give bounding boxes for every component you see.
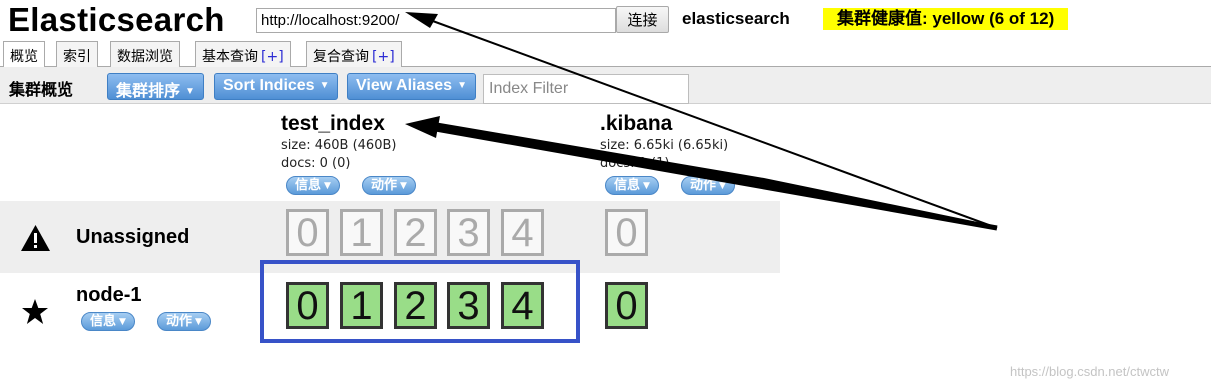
unassigned-shard[interactable]: 1 [340,209,383,256]
watermark: https://blog.csdn.net/ctwctw [1010,364,1169,379]
toolbar-title: 集群概览 [9,80,74,99]
index-info-button[interactable]: 信息 ▼ [605,176,659,195]
caret-down-icon: ▼ [719,181,726,191]
caret-down-icon: ▼ [195,317,202,327]
tab-browser[interactable]: 数据浏览 [110,41,180,67]
dropdown-label: Sort Indices [223,77,315,94]
unassigned-shard[interactable]: 2 [394,209,437,256]
highlight-box [260,260,580,343]
tab-bar: 概览 索引 数据浏览 基本查询 [+] 复合查询 [+] [0,41,1211,68]
tab-label: 概览 [10,49,38,65]
caret-down-icon: ▼ [643,181,650,191]
unassigned-label: Unassigned [76,226,190,248]
node-action-button[interactable]: 动作 ▼ [157,312,211,331]
app-title: Elasticsearch [8,1,225,38]
arrow-head-index [405,116,440,138]
index-name-kibana: .kibana [600,112,673,135]
caret-down-icon: ▼ [319,80,330,91]
caret-down-icon: ▼ [185,86,195,97]
pill-label: 信息 [90,314,117,329]
pill-label: 信息 [295,178,322,193]
assigned-shard[interactable]: 0 [605,282,648,329]
index-size: size: 460B (460B) [281,138,397,153]
unassigned-shard[interactable]: 0 [286,209,329,256]
unassigned-shard[interactable]: 3 [447,209,490,256]
caret-down-icon: ▼ [457,80,467,91]
caret-down-icon: ▼ [324,181,331,191]
index-size: size: 6.65ki (6.65ki) [600,138,729,153]
pill-label: 动作 [690,178,717,193]
cluster-name: elasticsearch [682,9,790,28]
index-docs: docs: 1 (1) [600,156,670,171]
star-icon [22,299,48,324]
index-info-button[interactable]: 信息 ▼ [286,176,340,195]
cluster-sort-dropdown[interactable]: 集群排序 ▼ [107,73,204,100]
pill-label: 信息 [614,178,641,193]
index-action-button[interactable]: 动作 ▼ [362,176,416,195]
tab-overview[interactable]: 概览 [3,41,45,68]
index-action-button[interactable]: 动作 ▼ [681,176,735,195]
tab-label: 数据浏览 [117,49,173,65]
index-name-test-index: test_index [281,112,385,135]
pill-label: 动作 [166,314,193,329]
pill-label: 动作 [371,178,398,193]
cluster-health-badge: 集群健康值: yellow (6 of 12) [823,8,1069,30]
caret-down-icon: ▼ [119,317,126,327]
node-name: node-1 [76,284,142,306]
unassigned-shard[interactable]: 0 [605,209,648,256]
unassigned-shard[interactable]: 4 [501,209,544,256]
caret-down-icon: ▼ [400,181,407,191]
node-info-button[interactable]: 信息 ▼ [81,312,135,331]
tab-plus: [+] [261,49,284,65]
dropdown-label: View Aliases [356,77,453,94]
index-filter-input[interactable] [483,74,689,104]
cluster-url-input[interactable] [256,8,616,33]
tab-indices[interactable]: 索引 [56,41,98,67]
tab-label: 复合查询 [313,49,369,65]
dropdown-label: 集群排序 [116,83,181,100]
tab-basic-query[interactable]: 基本查询 [+] [195,41,291,67]
warning-icon [21,225,50,251]
tab-plus: [+] [372,49,395,65]
tab-label: 基本查询 [202,49,258,65]
view-aliases-dropdown[interactable]: View Aliases ▼ [347,73,476,100]
sort-indices-dropdown[interactable]: Sort Indices ▼ [214,73,339,100]
tab-complex-query[interactable]: 复合查询 [+] [306,41,402,67]
connect-button[interactable]: 连接 [616,6,669,33]
index-docs: docs: 0 (0) [281,156,351,171]
tab-label: 索引 [63,49,91,65]
